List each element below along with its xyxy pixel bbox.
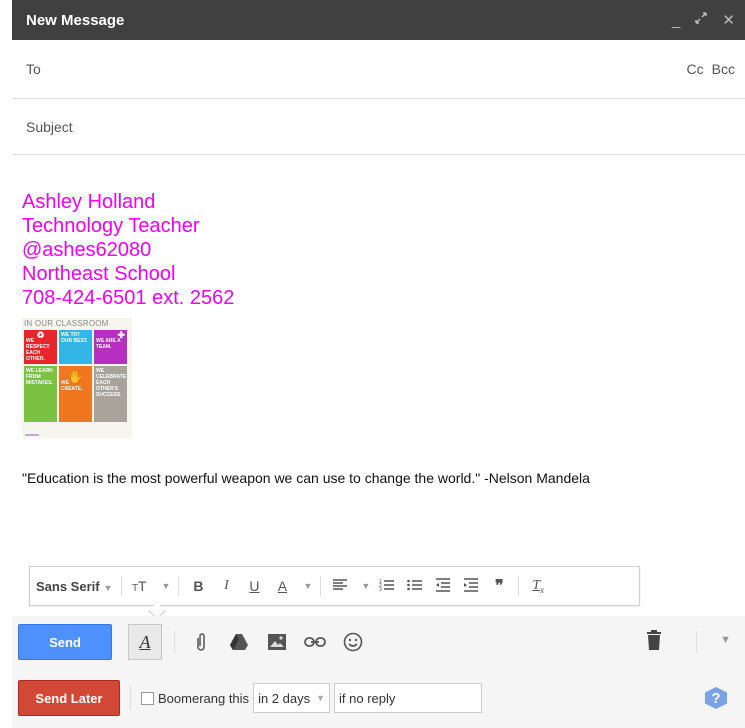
boomerang-checkbox[interactable] [141, 691, 154, 705]
toolbar-divider [174, 631, 175, 653]
poster-tile-text: WE ARE A TEAM. [96, 338, 121, 350]
poster-tile: ✚ WE ARE A TEAM. [94, 330, 127, 364]
quote-text: "Education is the most powerful weapon w… [22, 470, 590, 486]
insert-photo-icon[interactable] [263, 628, 291, 656]
poster-tile: WE LEARN FROM MISTAKES. [24, 366, 57, 422]
signature-line: 708-424-6501 ext. 2562 [22, 287, 235, 309]
svg-text:T: T [138, 578, 147, 592]
italic-icon[interactable]: I [215, 578, 237, 594]
font-family-select[interactable]: Sans Serif ▼ [36, 579, 113, 594]
poster-tile: WE TRY OUR BEST. [59, 330, 92, 364]
poster-tile: ✋ WE CREATE. [59, 366, 92, 422]
remove-formatting-icon[interactable]: Tx [527, 578, 549, 595]
poster-tile-text: WE TRY OUR BEST. [61, 332, 88, 344]
poster-tile-text: WE RESPECT EACH OTHER. [26, 338, 50, 362]
svg-text:3: 3 [379, 587, 382, 592]
toolbar-divider [696, 631, 697, 653]
poster-tile: ♻ WE RESPECT EACH OTHER. [24, 330, 57, 364]
quote-icon[interactable]: ❞ [488, 576, 510, 596]
formatting-toolbar: Sans Serif ▼ TT ▼ B I U A ▼ ▼ 123 ❞ Tx [29, 566, 640, 620]
more-options-icon[interactable]: ▼ [720, 634, 731, 646]
align-icon[interactable] [329, 578, 351, 595]
to-field[interactable]: To Cc Bcc [12, 40, 745, 99]
subject-placeholder: Subject [26, 118, 73, 135]
expand-icon[interactable] [694, 11, 708, 29]
boomerang-delay-select[interactable]: in 2 days ▼ [253, 683, 331, 713]
cc-bcc-links: Cc Bcc [687, 61, 735, 77]
classroom-poster-image: IN OUR CLASSROOM ♻ WE RESPECT EACH OTHER… [22, 318, 132, 438]
send-later-button[interactable]: Send Later [18, 680, 120, 716]
cc-link[interactable]: Cc [687, 61, 704, 77]
close-icon[interactable]: ✕ [722, 11, 735, 29]
toolbar-divider [518, 576, 520, 596]
toolbar-divider [120, 576, 122, 596]
signature-line: @ashes62080 [22, 239, 152, 261]
bold-icon[interactable]: B [187, 578, 209, 594]
poster-tile-text: WE LEARN FROM MISTAKES. [26, 368, 53, 386]
underline-icon[interactable]: U [243, 578, 265, 594]
poster-footer-mark [25, 434, 39, 436]
bcc-link[interactable]: Bcc [712, 61, 735, 77]
chevron-down-icon: ▼ [303, 581, 313, 591]
insert-link-icon[interactable] [301, 628, 329, 656]
signature-line: Ashley Holland [22, 191, 156, 213]
chevron-down-icon: ▼ [103, 582, 113, 593]
help-icon[interactable]: ? [705, 687, 727, 709]
toolbar-divider [130, 686, 131, 710]
window-controls: _ ✕ [672, 11, 735, 30]
chevron-down-icon: ▼ [161, 581, 171, 591]
indent-more-icon[interactable] [460, 577, 482, 595]
signature-line: Northeast School [22, 263, 176, 285]
send-button[interactable]: Send [18, 624, 112, 660]
boomerang-label: Boomerang this [158, 690, 250, 706]
boomerang-bar: Send Later Boomerang this in 2 days ▼ if… [12, 668, 745, 728]
compose-window: New Message _ ✕ To Cc Bcc Subject Ashley… [12, 0, 745, 728]
signature-line: Technology Teacher [22, 215, 200, 237]
attach-icon[interactable] [187, 628, 215, 656]
message-body[interactable]: Ashley Holland Technology Teacher @ashes… [22, 190, 737, 486]
window-title: New Message [26, 11, 125, 29]
chevron-down-icon: ▼ [316, 693, 326, 703]
formatting-options-toggle[interactable]: A [128, 624, 162, 660]
poster-tile-text: WE CELEBRATE EACH OTHER'S SUCCESS. [96, 368, 127, 398]
subject-field[interactable]: Subject [12, 99, 745, 155]
toolbar-divider [320, 576, 322, 596]
drive-icon[interactable] [225, 628, 253, 656]
numbered-list-icon[interactable]: 123 [376, 578, 398, 595]
indent-less-icon[interactable] [432, 577, 454, 595]
bulleted-list-icon[interactable] [404, 578, 426, 595]
poster-title: IN OUR CLASSROOM [24, 319, 109, 328]
trash-icon[interactable] [647, 630, 661, 655]
font-family-label: Sans Serif [36, 578, 100, 594]
poster-tile: WE CELEBRATE EACH OTHER'S SUCCESS. [94, 366, 127, 422]
boomerang-condition-select[interactable]: if no reply [334, 683, 483, 713]
font-size-icon[interactable]: TT [130, 578, 152, 595]
compose-toolbar: Send A ▼ [12, 616, 745, 668]
to-label: To [26, 61, 41, 77]
chevron-down-icon: ▼ [361, 581, 371, 591]
signature: Ashley Holland Technology Teacher @ashes… [22, 190, 737, 310]
emoji-icon[interactable] [339, 628, 367, 656]
condition-value: if no reply [339, 690, 396, 706]
minimize-icon[interactable]: _ [672, 12, 680, 29]
title-bar[interactable]: New Message _ ✕ [12, 0, 745, 40]
text-color-icon[interactable]: A [271, 578, 293, 594]
toolbar-divider [178, 576, 180, 596]
delay-value: in 2 days [258, 690, 311, 706]
